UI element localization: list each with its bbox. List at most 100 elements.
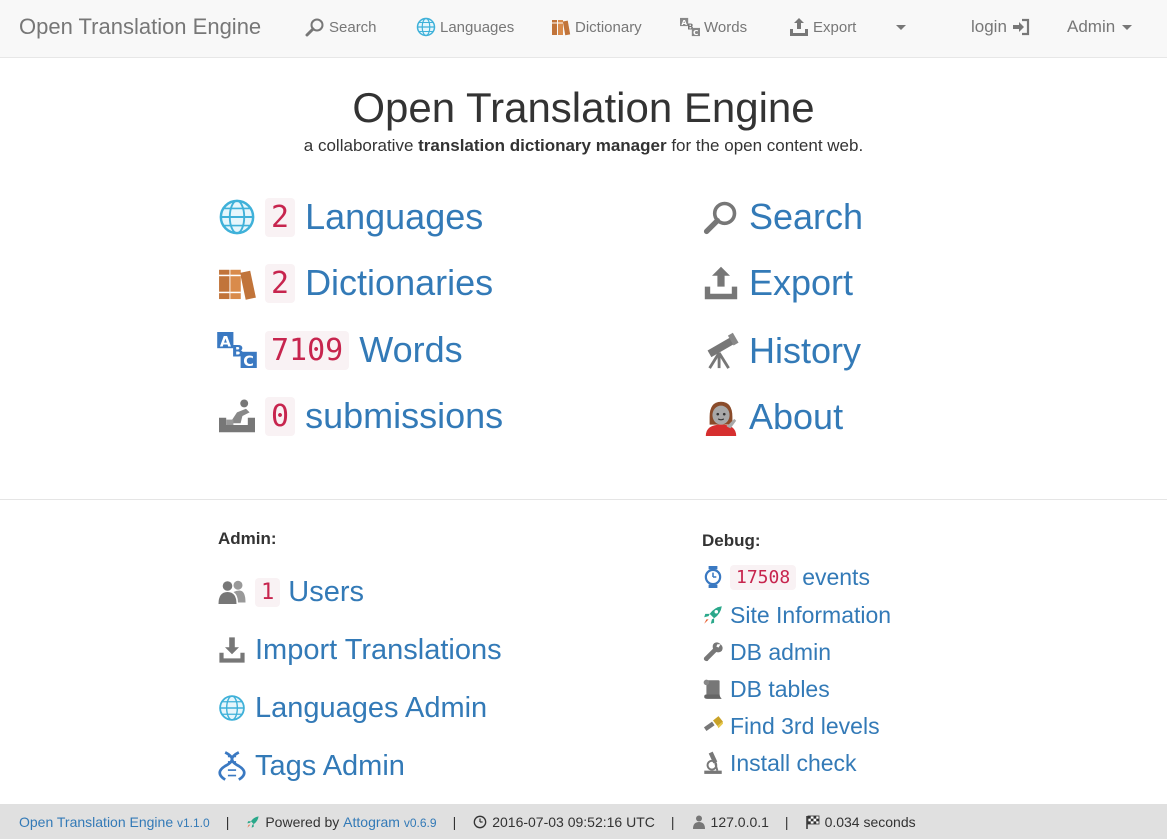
words-label: Words: [359, 329, 463, 370]
search-icon: [701, 197, 741, 237]
db-tables-link[interactable]: DB tables: [702, 674, 830, 704]
footer-separator: |: [670, 813, 675, 830]
import-translations-link[interactable]: Import Translations: [217, 630, 502, 670]
rocket-icon: [245, 814, 261, 830]
clock-icon: [472, 814, 488, 830]
footer-separator: |: [784, 813, 789, 830]
navbar-brand[interactable]: Open Translation Engine: [19, 14, 261, 40]
nav-more-dropdown[interactable]: [896, 16, 906, 38]
nav-languages-label: Languages: [440, 18, 515, 36]
globe-icon: [416, 17, 436, 37]
nav-export[interactable]: Export: [789, 16, 856, 38]
wrench-icon: [702, 641, 724, 663]
export-link[interactable]: Export: [701, 259, 853, 307]
checkered-flag-icon: [805, 814, 821, 830]
submissions-label: submissions: [305, 395, 504, 436]
caret-down-icon: [896, 24, 906, 30]
install-check-link[interactable]: Install check: [702, 748, 857, 778]
db-admin-link[interactable]: DB admin: [702, 637, 831, 667]
flashlight-icon: [702, 715, 724, 737]
microscope-icon: [702, 751, 724, 774]
nav-dictionary[interactable]: Dictionary: [551, 16, 642, 38]
user-icon: [691, 814, 707, 830]
history-label: History: [749, 330, 862, 371]
footer-separator: |: [452, 813, 457, 830]
upload-icon: [701, 263, 741, 303]
nav-search[interactable]: Search: [305, 16, 377, 38]
about-link[interactable]: About: [701, 393, 843, 441]
site-information-link[interactable]: Site Information: [702, 600, 891, 630]
nav-login-label: login: [971, 17, 1007, 36]
footer: Open Translation Engine v1.1.0 | Powered…: [0, 804, 1167, 839]
tags-admin-link[interactable]: Tags Admin: [217, 746, 405, 786]
books-icon: [551, 17, 571, 37]
scroll-icon: [702, 678, 724, 700]
nav-dictionary-label: Dictionary: [575, 18, 642, 36]
tags-admin-label: Tags Admin: [255, 749, 405, 782]
section-divider: [0, 499, 1167, 500]
footer-ip: 127.0.0.1: [710, 813, 769, 830]
find-3rd-levels-link[interactable]: Find 3rd levels: [702, 711, 880, 741]
import-translations-label: Import Translations: [255, 633, 502, 666]
page-subtitle: a collaborative translation dictionary m…: [0, 136, 1167, 156]
svg-text:C: C: [243, 354, 254, 368]
users-link[interactable]: 1 Users: [217, 572, 364, 612]
footer-app-version: v1.1.0: [177, 815, 210, 830]
history-link[interactable]: History: [701, 327, 861, 375]
footer-framework-version: v0.6.9: [403, 815, 437, 830]
dna-icon: [217, 751, 247, 781]
users-icon: [217, 577, 247, 607]
submissions-count: 0: [265, 396, 296, 436]
navbar: Open Translation Engine Search Languages…: [0, 0, 1167, 58]
find-3rd-levels-label: Find 3rd levels: [730, 712, 880, 739]
download-icon: [217, 635, 247, 665]
svg-text:A: A: [220, 334, 232, 350]
languages-admin-link[interactable]: Languages Admin: [217, 688, 487, 728]
footer-framework-link[interactable]: Attogram v0.6.9: [343, 814, 436, 830]
globe-icon: [217, 197, 257, 237]
footer-framework: Attogram: [343, 813, 400, 830]
subtitle-suffix: for the open content web.: [666, 136, 864, 155]
nav-words[interactable]: ABC Words: [680, 16, 747, 38]
admin-section-label: Admin:: [218, 529, 277, 548]
subtitle-bold: translation dictionary manager: [418, 136, 667, 155]
nav-export-label: Export: [813, 18, 857, 36]
export-label: Export: [749, 262, 854, 303]
db-admin-label: DB admin: [730, 638, 831, 665]
rocket-icon: [702, 604, 724, 626]
events-link[interactable]: 17508 events: [702, 562, 870, 592]
languages-admin-label: Languages Admin: [255, 691, 488, 724]
page-title: Open Translation Engine: [352, 84, 815, 131]
search-link[interactable]: Search: [701, 193, 863, 241]
words-link[interactable]: ABC 7109 Words: [217, 326, 463, 374]
nav-search-label: Search: [329, 18, 377, 36]
users-count: 1: [255, 577, 281, 607]
dictionaries-count: 2: [265, 263, 296, 303]
search-icon: [305, 17, 325, 37]
languages-label: Languages: [305, 196, 484, 237]
abc-icon: ABC: [680, 17, 700, 37]
nav-login[interactable]: login: [971, 16, 1031, 38]
footer-timing: 0.034 seconds: [824, 813, 916, 830]
events-label: events: [802, 563, 870, 590]
nav-languages[interactable]: Languages: [416, 16, 514, 38]
footer-app-link[interactable]: Open Translation Engine v1.1.0: [19, 814, 210, 830]
languages-count: 2: [265, 197, 296, 237]
db-tables-label: DB tables: [730, 675, 830, 702]
globe-icon: [217, 693, 247, 723]
footer-app-name: Open Translation Engine: [19, 813, 174, 830]
dictionaries-label: Dictionaries: [305, 262, 494, 303]
footer-separator: |: [225, 813, 230, 830]
caret-down-icon: [1122, 24, 1133, 30]
nav-admin-dropdown[interactable]: Admin: [1067, 16, 1133, 38]
upload-icon: [789, 17, 809, 37]
dictionaries-link[interactable]: 2 Dictionaries: [217, 259, 493, 307]
languages-link[interactable]: 2 Languages: [217, 193, 483, 241]
person-tipping-hand-icon: [701, 397, 741, 437]
submissions-link[interactable]: 0 submissions: [217, 392, 503, 440]
books-icon: [217, 263, 257, 303]
login-icon: [1011, 17, 1031, 37]
users-label: Users: [288, 575, 364, 608]
events-count: 17508: [730, 564, 797, 590]
telescope-icon: [701, 331, 741, 371]
